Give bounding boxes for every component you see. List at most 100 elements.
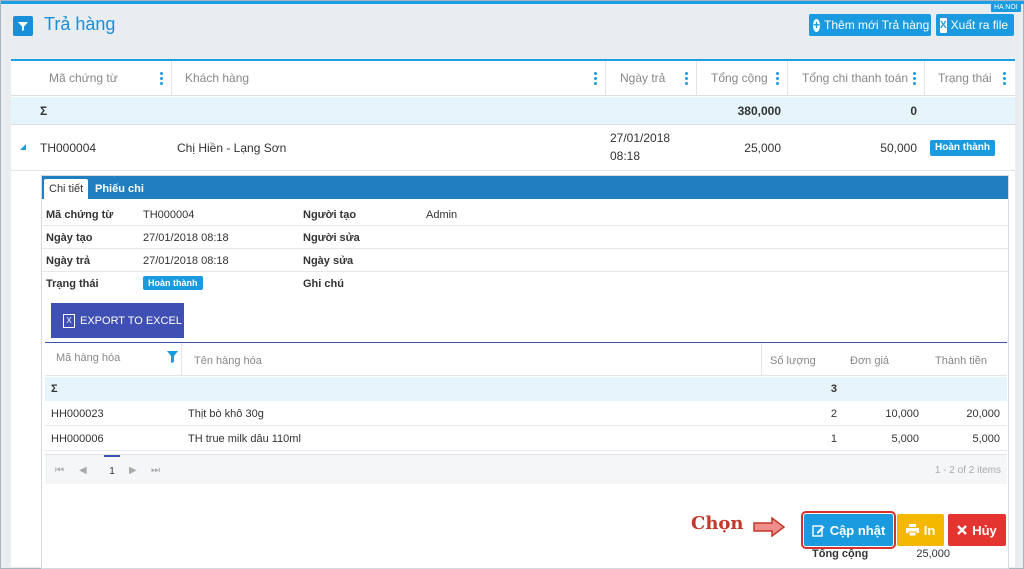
column-divider <box>605 61 606 96</box>
note-label: Ghi chú <box>303 278 344 290</box>
export-file-label: Xuất ra file <box>950 18 1009 32</box>
row-code: TH000004 <box>40 141 97 155</box>
creator-value: Admin <box>426 209 458 221</box>
tab-details[interactable]: Chi tiết <box>44 179 89 199</box>
row-paid: 50,000 <box>880 141 917 155</box>
item-amount: 5,000 <box>972 433 1000 445</box>
row-time: 08:18 <box>610 149 641 163</box>
item-name: TH true milk dâu 110ml <box>188 433 301 445</box>
items-grid-header: Mã hàng hóa Tên hàng hóa Số lượng Đơn gi… <box>45 343 1007 376</box>
expand-caret-icon[interactable] <box>20 144 26 150</box>
current-page[interactable]: 1 <box>104 455 120 477</box>
item-qty: 1 <box>830 433 837 445</box>
column-menu-icon[interactable] <box>1003 72 1006 86</box>
total-value: 25,000 <box>916 548 950 560</box>
pager-summary: 1 - 2 of 2 items <box>934 465 1001 476</box>
update-button[interactable]: Cập nhật <box>801 511 896 549</box>
filter-toggle-button[interactable] <box>13 16 33 36</box>
table-row[interactable]: TH000004 Chị Hiền - Lạng Sơn 27/01/2018 … <box>11 125 1015 171</box>
column-divider <box>171 61 172 96</box>
pager: ⏮ ◀ 1 ▶ ⏭ 1 - 2 of 2 items <box>45 454 1007 484</box>
item-price: 5,000 <box>891 433 919 445</box>
export-excel-label: EXPORT TO EXCEL <box>80 314 182 327</box>
col-header-customer[interactable]: Khách hàng <box>185 61 249 96</box>
edit-icon <box>811 524 825 537</box>
print-button[interactable]: In <box>897 514 944 546</box>
sum-total: 380,000 <box>737 104 781 118</box>
prev-page-icon[interactable]: ◀ <box>79 465 87 476</box>
column-menu-icon[interactable] <box>594 72 597 86</box>
detail-tabbar: Chi tiết Phiếu chi <box>42 176 1008 199</box>
cancel-button[interactable]: Hủy <box>948 514 1006 546</box>
code-value: TH000004 <box>143 209 195 221</box>
cancel-label: Hủy <box>972 522 997 538</box>
filter-icon <box>18 22 28 31</box>
items-summary-row: Σ 3 <box>45 377 1007 401</box>
return-date-label: Ngày trả <box>46 255 91 267</box>
update-label: Cập nhật <box>829 522 886 538</box>
app-window: HA NOI Trả hàng + Thêm mới Trả hàng X Xu… <box>0 0 1024 569</box>
editor-label: Người sửa <box>303 232 360 244</box>
status-label: Trạng thái <box>46 278 99 290</box>
col-header-qty[interactable]: Số lượng <box>770 355 816 367</box>
return-date-value: 27/01/2018 08:18 <box>143 255 229 267</box>
status-badge: Hoàn thành <box>143 276 203 290</box>
close-icon <box>957 525 968 535</box>
info-row: Ngày tạo 27/01/2018 08:18 Người sửa <box>42 226 1008 249</box>
col-header-status[interactable]: Trạng thái <box>938 61 992 96</box>
col-header-amount[interactable]: Thành tiền <box>935 355 987 367</box>
page-title: Trả hàng <box>44 14 116 34</box>
page-header: Trả hàng + Thêm mới Trả hàng X Xuất ra f… <box>2 4 1024 44</box>
col-header-return-date[interactable]: Ngày trả <box>620 61 665 96</box>
column-menu-icon[interactable] <box>776 72 779 86</box>
print-label: In <box>923 522 936 538</box>
info-row: Trạng thái Hoàn thành Ghi chú <box>42 272 1008 295</box>
grid-summary-row: Σ 380,000 0 <box>11 97 1015 125</box>
first-page-icon[interactable]: ⏮ <box>55 465 64 476</box>
col-header-code[interactable]: Mã chứng từ <box>49 61 118 96</box>
export-file-button[interactable]: X Xuất ra file <box>936 14 1014 36</box>
row-customer: Chị Hiền - Lạng Sơn <box>177 141 287 155</box>
excel-icon: X <box>63 313 75 328</box>
add-return-button[interactable]: + Thêm mới Trả hàng <box>809 14 931 36</box>
column-menu-icon[interactable] <box>913 72 916 86</box>
col-header-paid[interactable]: Tổng chi thanh toán <box>802 61 908 96</box>
status-badge: Hoàn thành <box>930 140 995 156</box>
column-divider <box>924 61 925 96</box>
excel-file-icon: X <box>940 17 947 33</box>
col-header-item-code[interactable]: Mã hàng hóa <box>56 352 120 364</box>
created-value: 27/01/2018 08:18 <box>143 232 229 244</box>
creator-label: Người tạo <box>303 209 357 221</box>
created-label: Ngày tạo <box>46 232 93 244</box>
col-header-price[interactable]: Đơn giá <box>850 355 889 367</box>
plus-icon: + <box>813 17 821 32</box>
column-divider <box>181 343 182 376</box>
tab-payment-voucher[interactable]: Phiếu chi <box>90 179 149 199</box>
column-divider <box>761 343 762 376</box>
table-row[interactable]: HH000023 Thịt bò khô 30g 2 10,000 20,000 <box>45 401 1007 426</box>
item-qty: 2 <box>830 408 837 420</box>
export-excel-button[interactable]: X EXPORT TO EXCEL <box>51 303 184 338</box>
column-divider <box>696 61 697 96</box>
column-menu-icon[interactable] <box>160 72 163 86</box>
info-row: Ngày trả 27/01/2018 08:18 Ngày sửa <box>42 249 1008 272</box>
add-return-label: Thêm mới Trả hàng <box>824 18 930 32</box>
items-sum-qty: 3 <box>830 383 837 395</box>
edited-label: Ngày sửa <box>303 255 354 267</box>
total-label: Tổng cộng <box>812 548 869 560</box>
item-price: 10,000 <box>885 408 919 420</box>
col-header-total[interactable]: Tổng cộng <box>711 61 768 96</box>
last-page-icon[interactable]: ⏭ <box>151 465 160 476</box>
table-row[interactable]: HH000006 TH true milk dâu 110ml 1 5,000 … <box>45 426 1007 451</box>
item-amount: 20,000 <box>966 408 1000 420</box>
item-code: HH000006 <box>51 433 104 445</box>
filter-icon[interactable] <box>167 351 178 363</box>
next-page-icon[interactable]: ▶ <box>129 465 137 476</box>
arrow-right-icon <box>753 517 785 537</box>
row-date: 27/01/2018 <box>610 131 671 145</box>
items-grid: Mã hàng hóa Tên hàng hóa Số lượng Đơn gi… <box>45 342 1007 484</box>
sum-symbol: Σ <box>40 104 48 118</box>
column-menu-icon[interactable] <box>685 72 688 86</box>
col-header-item-name[interactable]: Tên hàng hóa <box>194 355 262 367</box>
item-code: HH000023 <box>51 408 104 420</box>
